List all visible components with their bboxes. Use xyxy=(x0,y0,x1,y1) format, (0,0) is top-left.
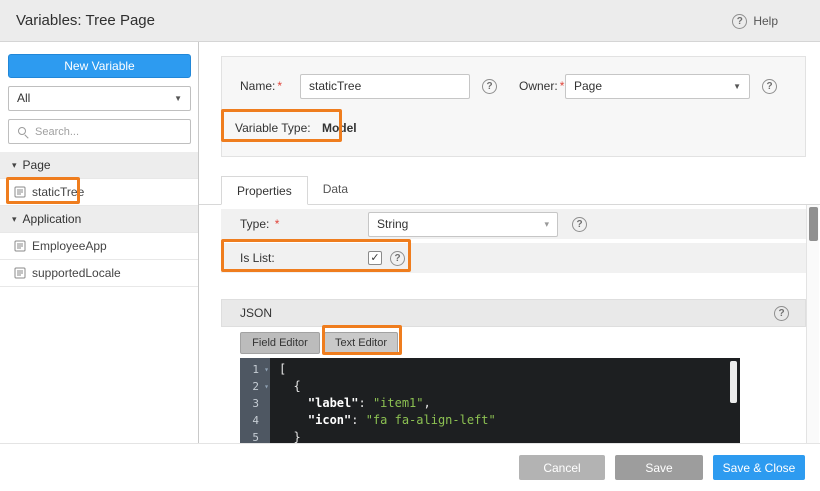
code-line: 5 } xyxy=(252,430,301,443)
line-number: 4 xyxy=(252,414,259,427)
tree-group-application[interactable]: ▾ Application xyxy=(0,206,198,233)
help-button[interactable]: ? Help xyxy=(732,0,778,42)
tree-item-label: staticTree xyxy=(32,185,85,199)
owner-label: Owner: * xyxy=(519,79,565,93)
variable-type-label: Variable Type: xyxy=(235,121,311,135)
variable-icon xyxy=(14,240,26,252)
tab-data[interactable]: Data xyxy=(308,175,363,204)
line-number: 5 xyxy=(252,431,259,443)
tree-item-statictree[interactable]: staticTree xyxy=(0,179,198,206)
filter-value: All xyxy=(17,91,31,105)
caret-down-icon: ▼ xyxy=(174,94,182,103)
fold-caret-icon[interactable]: ▾ xyxy=(264,361,269,378)
owner-help-icon[interactable]: ? xyxy=(762,78,777,94)
owner-value: Page xyxy=(574,78,603,93)
variable-type-value: Model xyxy=(321,121,357,135)
main-panel: Name:* ? Owner:* Page ▼ ? Variable Type:… xyxy=(199,42,820,443)
editor-toolbar: Field Editor Text Editor xyxy=(240,332,398,354)
field-editor-button[interactable]: Field Editor xyxy=(240,332,320,354)
tab-properties[interactable]: Properties xyxy=(221,176,308,205)
code-line: 3 "label": "item1", xyxy=(252,396,431,410)
type-label: Type: * xyxy=(240,217,280,231)
search-box xyxy=(8,119,191,144)
json-section-header: JSON ? xyxy=(221,299,806,327)
is-list-help-icon[interactable]: ? xyxy=(390,250,405,266)
search-input[interactable] xyxy=(9,120,190,143)
group-caret-icon: ▾ xyxy=(12,159,17,170)
type-help-icon[interactable]: ? xyxy=(572,216,587,232)
name-owner-row: Name:* ? Owner:* Page ▼ ? xyxy=(240,73,805,99)
search-icon xyxy=(18,127,26,135)
page-title: Variables: Tree Page xyxy=(16,12,155,29)
name-label: Name: * xyxy=(240,79,283,93)
tree-group-label: Application xyxy=(22,212,82,226)
line-number: 3 xyxy=(252,397,259,410)
code-line: 2 ▾ { xyxy=(252,378,301,395)
text-editor-button[interactable]: Text Editor xyxy=(324,332,398,354)
help-label: Help xyxy=(753,14,778,28)
save-button[interactable]: Save xyxy=(615,455,703,480)
is-list-row: Is List: ✓ ? xyxy=(221,243,806,273)
required-asterisk: * xyxy=(274,217,280,231)
variable-icon xyxy=(14,267,26,279)
owner-select[interactable]: Page ▼ xyxy=(565,73,750,99)
check-icon: ✓ xyxy=(370,252,380,264)
name-input[interactable] xyxy=(300,73,470,99)
variable-tree: ▾ Page staticTree ▾ Application Employee… xyxy=(0,152,198,287)
json-code-editor[interactable]: 1 ▾ [ 2 ▾ { 3 "label": "item1", 4 "icon": … xyxy=(240,358,740,443)
help-icon[interactable]: ? xyxy=(732,13,748,29)
header: Variables: Tree Page ? Help xyxy=(0,0,820,42)
type-row: Type: * String ▾ ? xyxy=(221,209,806,239)
variable-type-row: Variable Type: Model xyxy=(235,119,805,137)
variable-icon xyxy=(14,186,26,198)
type-value: String xyxy=(377,216,409,231)
code-line: 4 "icon": "fa fa-align-left" xyxy=(252,413,496,427)
variables-dialog: Variables: Tree Page ? Help New Variable… xyxy=(0,0,820,491)
is-list-checkbox[interactable]: ✓ xyxy=(368,251,382,265)
content-scrollbar[interactable] xyxy=(806,205,819,443)
tree-group-page[interactable]: ▾ Page xyxy=(0,152,198,179)
group-caret-icon: ▾ xyxy=(12,213,17,224)
tab-bar: Properties Data xyxy=(199,176,820,205)
new-variable-button[interactable]: New Variable xyxy=(8,54,191,78)
variable-summary-panel: Name:* ? Owner:* Page ▼ ? Variable Type:… xyxy=(221,56,806,157)
code-line: 1 ▾ [ xyxy=(252,361,287,378)
footer: Cancel Save Save & Close xyxy=(0,443,820,491)
caret-down-icon: ▼ xyxy=(733,81,741,91)
sidebar: New Variable All ▼ ▾ Page staticTree ▾ A… xyxy=(0,42,199,443)
is-list-label: Is List: xyxy=(240,251,275,265)
fold-caret-icon[interactable]: ▾ xyxy=(264,378,269,395)
required-asterisk: * xyxy=(559,79,565,93)
tree-item-supportedlocale[interactable]: supportedLocale xyxy=(0,260,198,287)
type-select[interactable]: String ▾ xyxy=(368,211,558,237)
json-help-icon[interactable]: ? xyxy=(774,305,789,321)
name-help-icon[interactable]: ? xyxy=(482,78,497,94)
tree-group-label: Page xyxy=(22,158,51,172)
tree-item-employeeapp[interactable]: EmployeeApp xyxy=(0,233,198,260)
required-asterisk: * xyxy=(277,79,283,93)
chevron-down-icon: ▾ xyxy=(544,218,549,229)
cancel-button[interactable]: Cancel xyxy=(519,455,605,480)
json-section-title: JSON xyxy=(240,306,273,320)
content-scrollbar-thumb[interactable] xyxy=(808,207,818,241)
editor-scrollbar-thumb[interactable] xyxy=(730,361,737,403)
line-number: 2 xyxy=(252,380,259,393)
tree-item-label: EmployeeApp xyxy=(32,239,107,253)
line-number: 1 xyxy=(252,363,259,376)
tree-item-label: supportedLocale xyxy=(32,266,121,280)
variable-filter-select[interactable]: All ▼ xyxy=(8,86,191,111)
save-close-button[interactable]: Save & Close xyxy=(713,455,805,480)
